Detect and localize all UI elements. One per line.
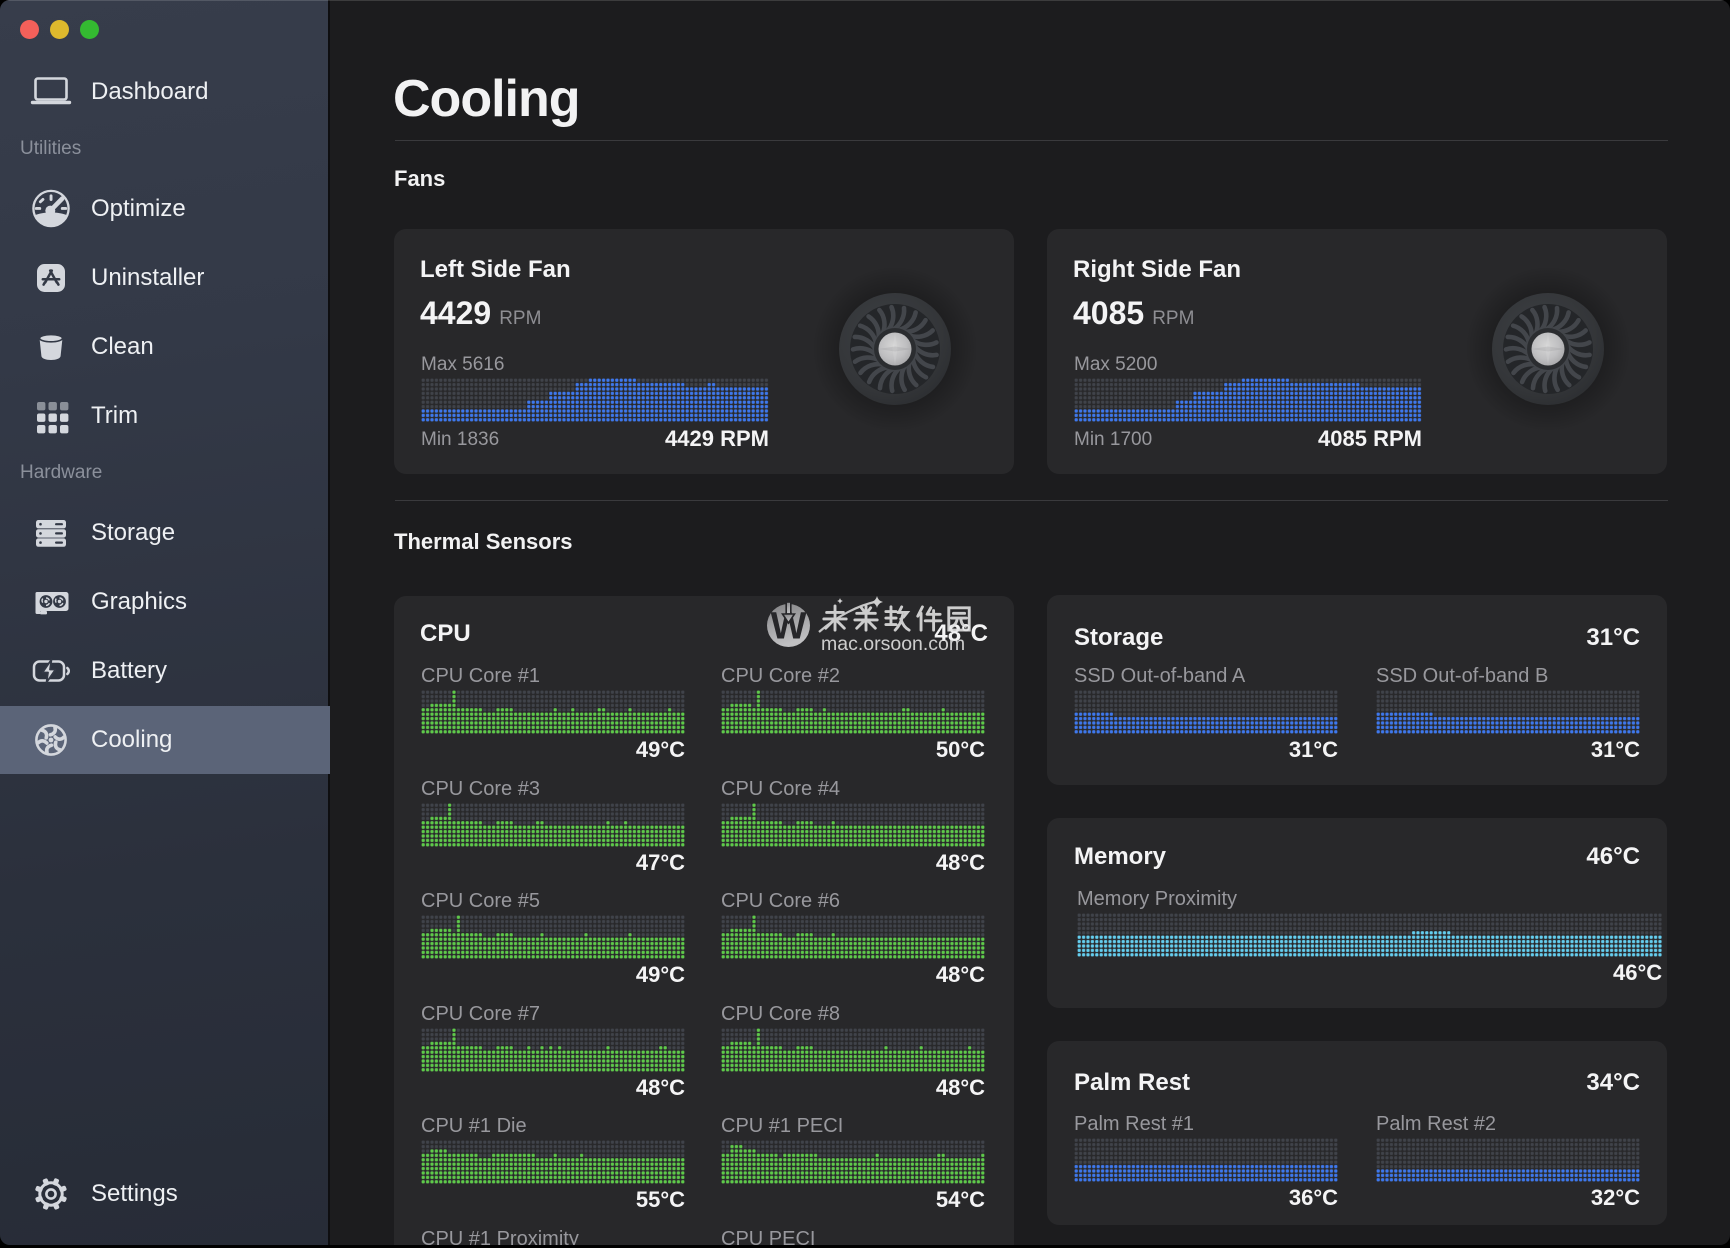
svg-text:mac.orsoon.com: mac.orsoon.com [821, 633, 965, 655]
